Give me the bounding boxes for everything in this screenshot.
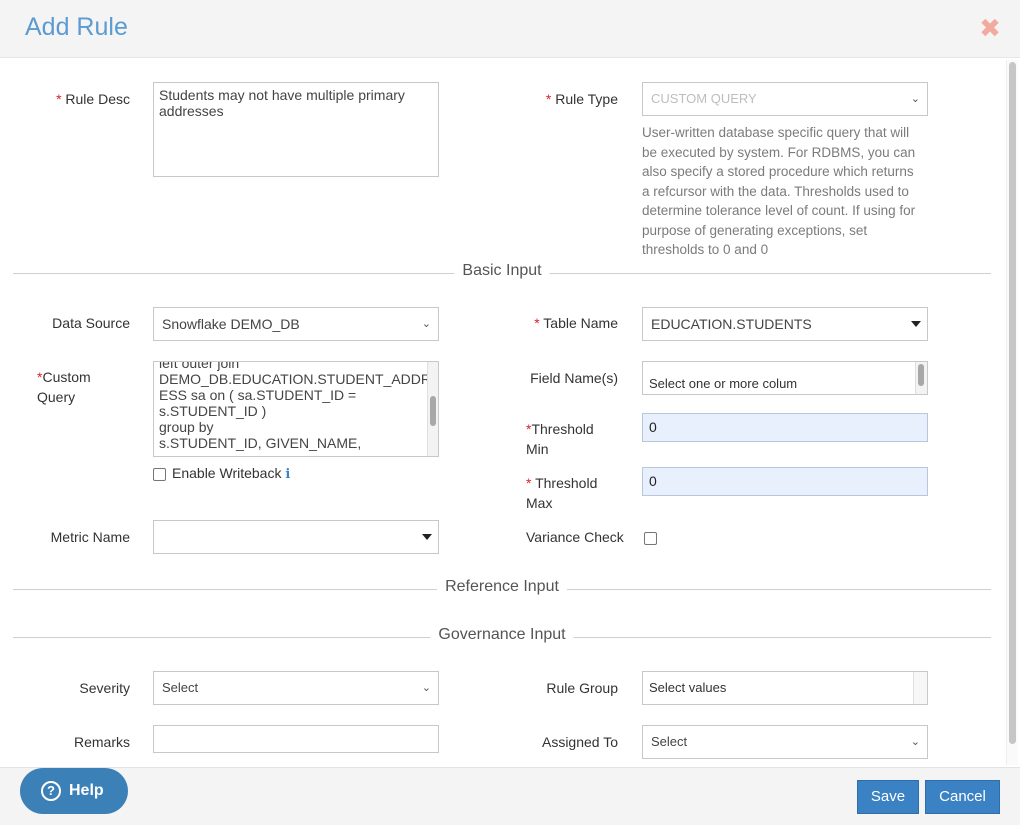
help-button[interactable]: ? Help: [20, 768, 128, 814]
rule-group-label: Rule Group: [546, 680, 618, 696]
rule-group-scrollbar[interactable]: [913, 672, 927, 704]
table-name-label: * Table Name: [534, 315, 618, 331]
enable-writeback-checkbox[interactable]: [153, 468, 166, 481]
rule-type-help: User-written database specific query tha…: [642, 125, 916, 257]
rule-type-label: * Rule Type: [545, 91, 618, 107]
field-names-label: Field Name(s): [530, 370, 618, 386]
close-icon[interactable]: ✖: [978, 15, 1002, 41]
rule-group-multiselect[interactable]: Select values: [642, 671, 928, 705]
assigned-to-label: Assigned To: [541, 734, 618, 750]
field-names-multiselect[interactable]: Select one or more colum: [642, 361, 928, 395]
cancel-button[interactable]: Cancel: [925, 780, 1000, 814]
info-icon[interactable]: i: [285, 467, 290, 482]
field-names-scrollbar[interactable]: [915, 362, 927, 394]
section-governance-input: Governance Input: [13, 626, 991, 644]
rule-desc-label: * Rule Desc: [56, 91, 130, 107]
threshold-max-input[interactable]: 0: [642, 467, 928, 496]
custom-query-label: *Custom Query: [37, 369, 91, 405]
threshold-min-label: *Threshold Min: [526, 421, 594, 457]
help-question-icon: ?: [41, 781, 61, 801]
custom-query-scrollbar[interactable]: [427, 362, 438, 456]
caret-down-icon: [422, 534, 432, 540]
chevron-down-icon: ⌄: [421, 318, 431, 330]
enable-writeback-label: Enable Writeback i: [172, 465, 291, 482]
threshold-min-input[interactable]: 0: [642, 413, 928, 442]
custom-query-textarea[interactable]: left outer join DEMO_DB.EDUCATION.STUDEN…: [153, 361, 439, 457]
assigned-to-select[interactable]: Select ⌄: [642, 725, 928, 759]
metric-name-label: Metric Name: [50, 529, 130, 545]
variance-check-checkbox[interactable]: [644, 532, 657, 545]
chevron-down-icon: ⌄: [421, 682, 431, 694]
severity-label: Severity: [79, 680, 130, 696]
dialog-footer: Save Cancel: [0, 767, 1020, 825]
variance-check-label: Variance Check: [526, 529, 624, 545]
dialog-header: Add Rule ✖: [0, 0, 1020, 58]
threshold-max-label: * Threshold Max: [526, 475, 598, 511]
remarks-input[interactable]: [153, 725, 439, 753]
rule-desc-textarea[interactable]: Students may not have multiple primary a…: [153, 82, 439, 177]
chevron-down-icon: ⌄: [910, 736, 920, 748]
save-button[interactable]: Save: [857, 780, 919, 814]
remarks-label: Remarks: [73, 734, 130, 750]
table-name-select[interactable]: EDUCATION.STUDENTS: [642, 307, 928, 341]
scrollbar-thumb[interactable]: [1009, 62, 1016, 744]
rule-type-select[interactable]: CUSTOM QUERY ⌄: [642, 82, 928, 116]
chevron-down-icon: ⌄: [910, 93, 920, 105]
data-source-label: Data Source: [52, 315, 130, 331]
dialog-title: Add Rule: [25, 13, 128, 41]
section-reference-input: Reference Input: [13, 578, 991, 596]
data-source-select[interactable]: Snowflake DEMO_DB ⌄: [153, 307, 439, 341]
severity-select[interactable]: Select ⌄: [153, 671, 439, 705]
metric-name-select[interactable]: [153, 520, 439, 554]
dialog-scrollbar[interactable]: [1006, 60, 1018, 765]
caret-down-icon: [911, 321, 921, 327]
section-basic-input: Basic Input: [13, 262, 991, 280]
